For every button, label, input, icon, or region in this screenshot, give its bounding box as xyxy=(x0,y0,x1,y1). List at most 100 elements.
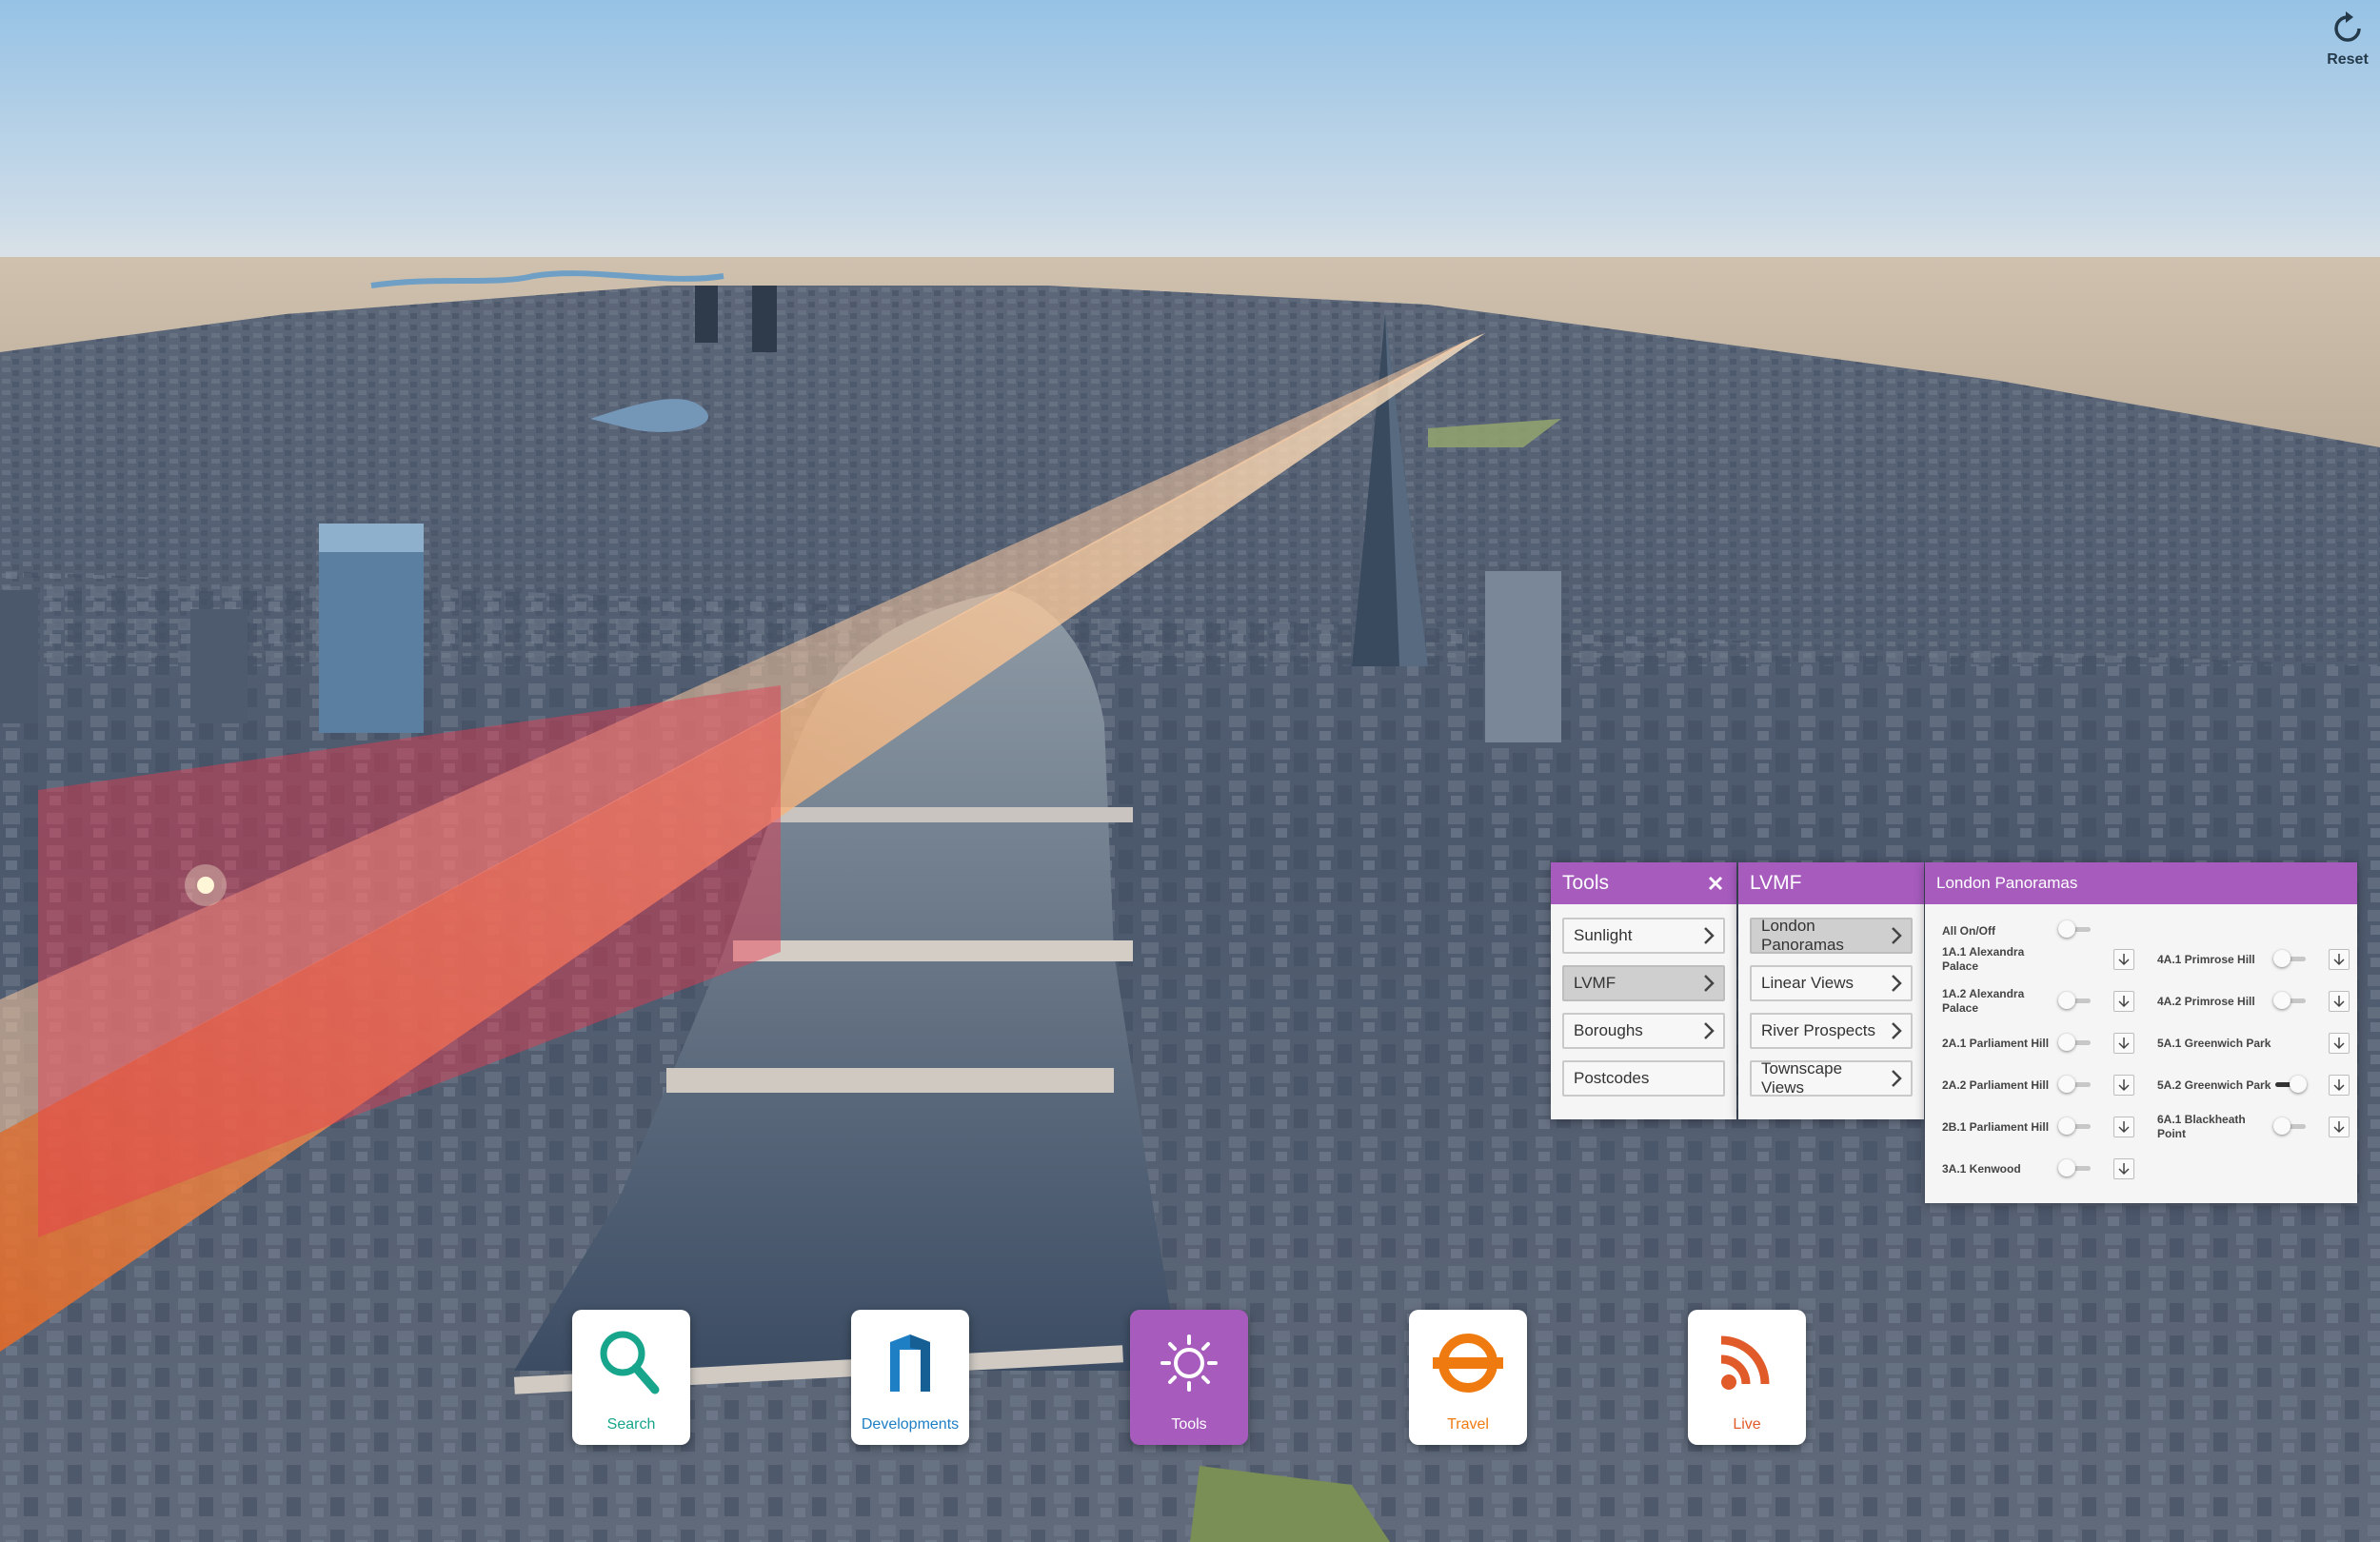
tools-item-lvmf[interactable]: LVMF xyxy=(1562,965,1725,1001)
london-panoramas-panel: London Panoramas All On/Off 1A.1 Alexand… xyxy=(1925,862,2357,1203)
menu-item-label: Sunlight xyxy=(1574,926,1633,944)
toggle-4a1[interactable] xyxy=(2273,949,2308,970)
panorama-row-1a2: 1A.2 Alexandra Palace xyxy=(1942,982,2056,1020)
building-icon xyxy=(890,1334,930,1392)
menu-item-label: Linear Views xyxy=(1761,974,1854,992)
download-icon xyxy=(2118,1121,2130,1134)
panorama-label: 6A.1 Blackheath Point xyxy=(2157,1113,2246,1140)
tools-item-postcodes[interactable]: Postcodes xyxy=(1562,1060,1725,1097)
refresh-icon xyxy=(2334,11,2361,42)
panorama-row-5a2: 5A.2 Greenwich Park xyxy=(2157,1066,2271,1104)
menu-item-label: London Panoramas xyxy=(1761,917,1844,954)
download-button-5a2[interactable] xyxy=(2329,1075,2350,1096)
chevron-right-icon xyxy=(1892,1070,1902,1087)
dock-label: Search xyxy=(606,1416,656,1433)
close-button[interactable] xyxy=(1702,870,1729,897)
toggle-5a2[interactable] xyxy=(2273,1075,2308,1096)
panorama-row-2b1: 2B.1 Parliament Hill xyxy=(1942,1108,2056,1146)
dock-search-button[interactable]: Search xyxy=(572,1310,690,1445)
download-button-4a1[interactable] xyxy=(2329,949,2350,970)
dock-label: Live xyxy=(1733,1416,1761,1433)
toggle-3a1[interactable] xyxy=(2058,1158,2092,1179)
download-button-4a2[interactable] xyxy=(2329,991,2350,1012)
dock-travel-button[interactable]: Travel xyxy=(1409,1310,1527,1445)
all-on-off-toggle[interactable] xyxy=(2058,919,2092,940)
download-icon xyxy=(2118,1038,2130,1050)
dock-developments-button[interactable]: Developments xyxy=(851,1310,969,1445)
chevron-right-icon xyxy=(1892,975,1902,992)
download-icon xyxy=(2118,1163,2130,1176)
download-button-1a1[interactable] xyxy=(2113,949,2134,970)
download-icon xyxy=(2333,954,2345,966)
toggle-6a1[interactable] xyxy=(2273,1117,2308,1137)
lvmf-panel-header: LVMF xyxy=(1738,862,1924,904)
tools-item-sunlight[interactable]: Sunlight xyxy=(1562,918,1725,954)
panorama-row-3a1: 3A.1 Kenwood xyxy=(1942,1150,2056,1188)
panorama-label: 4A.2 Primrose Hill xyxy=(2157,994,2255,1008)
panorama-label: 4A.1 Primrose Hill xyxy=(2157,952,2255,966)
menu-item-label: Postcodes xyxy=(1574,1069,1650,1087)
panorama-label: 2B.1 Parliament Hill xyxy=(1942,1119,2050,1134)
tools-panel: Tools Sunlight LVMF Boroughs Postcodes xyxy=(1551,862,1736,1119)
download-icon xyxy=(2333,1038,2345,1050)
download-button-6a1[interactable] xyxy=(2329,1117,2350,1137)
menu-item-label: Boroughs xyxy=(1574,1021,1643,1039)
panorama-label: 2A.1 Parliament Hill xyxy=(1942,1036,2050,1050)
reset-button[interactable]: Reset xyxy=(2319,8,2376,74)
search-icon xyxy=(600,1331,660,1394)
download-icon xyxy=(2118,996,2130,1008)
download-icon xyxy=(2118,954,2130,966)
toggle-2b1[interactable] xyxy=(2058,1117,2092,1137)
panorama-label: 1A.1 Alexandra Palace xyxy=(1942,945,2025,973)
chevron-right-icon xyxy=(1892,1022,1902,1039)
chevron-right-icon xyxy=(1892,927,1902,944)
panorama-row-4a1: 4A.1 Primrose Hill xyxy=(2157,940,2271,979)
download-icon xyxy=(2333,1121,2345,1134)
dock-tools-button[interactable]: Tools xyxy=(1130,1310,1248,1445)
menu-item-label: Townscape Views xyxy=(1761,1059,1843,1097)
lvmf-panel: LVMF London Panoramas Linear Views River… xyxy=(1738,862,1924,1119)
toggle-1a2[interactable] xyxy=(2058,991,2092,1012)
toggle-4a2[interactable] xyxy=(2273,991,2308,1012)
panorama-label: 5A.2 Greenwich Park xyxy=(2157,1077,2271,1092)
panorama-row-6a1: 6A.1 Blackheath Point xyxy=(2157,1108,2271,1146)
tools-item-boroughs[interactable]: Boroughs xyxy=(1562,1013,1725,1049)
lvmf-menu: London Panoramas Linear Views River Pros… xyxy=(1738,904,1924,1121)
download-button-2b1[interactable] xyxy=(2113,1117,2134,1137)
all-toggle-label: All On/Off xyxy=(1942,923,1995,938)
chevron-right-icon xyxy=(1704,975,1715,992)
dock-label: Travel xyxy=(1447,1416,1489,1433)
sun-icon xyxy=(1160,1334,1218,1392)
panorama-row-2a1: 2A.1 Parliament Hill xyxy=(1942,1024,2056,1062)
download-button-2a2[interactable] xyxy=(2113,1075,2134,1096)
tools-panel-title: Tools xyxy=(1562,872,1610,894)
download-icon xyxy=(2118,1079,2130,1092)
panoramas-panel-title: London Panoramas xyxy=(1936,874,2078,892)
lvmf-item-linear-views[interactable]: Linear Views xyxy=(1750,965,1913,1001)
panorama-label: 1A.2 Alexandra Palace xyxy=(1942,987,2025,1015)
download-icon xyxy=(2333,996,2345,1008)
menu-item-label: LVMF xyxy=(1574,974,1616,992)
lvmf-item-townscape-views[interactable]: Townscape Views xyxy=(1750,1059,1913,1097)
panorama-row-4a2: 4A.2 Primrose Hill xyxy=(2157,982,2271,1020)
dock-label: Developments xyxy=(861,1416,960,1433)
download-button-2a1[interactable] xyxy=(2113,1033,2134,1054)
dock-live-button[interactable]: Live xyxy=(1688,1310,1806,1445)
panorama-label: 2A.2 Parliament Hill xyxy=(1942,1077,2050,1092)
toggle-2a2[interactable] xyxy=(2058,1075,2092,1096)
download-button-1a2[interactable] xyxy=(2113,991,2134,1012)
tools-panel-header: Tools xyxy=(1551,862,1736,904)
lvmf-item-london-panoramas[interactable]: London Panoramas xyxy=(1750,917,1913,954)
lvmf-panel-title: LVMF xyxy=(1750,872,1802,894)
menu-item-label: River Prospects xyxy=(1761,1021,1875,1039)
close-icon xyxy=(1708,876,1723,891)
panorama-row-5a1: 5A.1 Greenwich Park xyxy=(2157,1024,2271,1062)
download-button-5a1[interactable] xyxy=(2329,1033,2350,1054)
reset-label: Reset xyxy=(2327,51,2369,68)
panorama-row-2a2: 2A.2 Parliament Hill xyxy=(1942,1066,2056,1104)
toggle-2a1[interactable] xyxy=(2058,1033,2092,1054)
lvmf-item-river-prospects[interactable]: River Prospects xyxy=(1750,1013,1913,1049)
download-button-3a1[interactable] xyxy=(2113,1158,2134,1179)
chevron-right-icon xyxy=(1704,927,1715,944)
panorama-row-1a1: 1A.1 Alexandra Palace xyxy=(1942,940,2056,979)
